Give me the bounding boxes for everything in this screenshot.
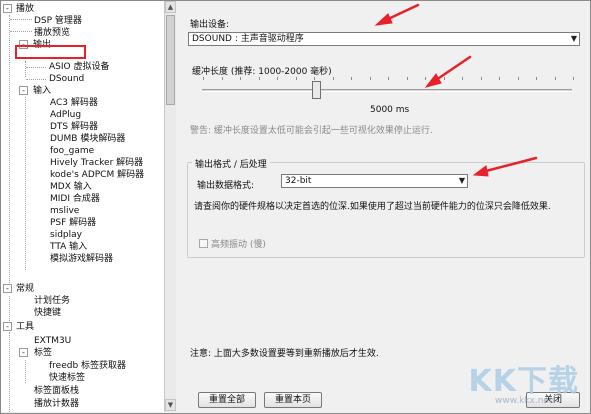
tree-item-quick-tag[interactable]: 快速标签 (49, 372, 85, 384)
tree-item-label: 工具 (16, 322, 35, 332)
chevron-down-icon: ▼ (458, 176, 465, 185)
buffer-length-label: 缓冲长度 (推荐: 1000-2000 毫秒) (192, 67, 332, 77)
reset-page-button[interactable]: 重置本页 (264, 392, 322, 408)
slider-tick (443, 77, 445, 80)
tree-item-hively[interactable]: Hively Tracker 解码器 (50, 157, 143, 169)
slider-tick (554, 77, 556, 80)
tree-scrollbar[interactable]: ▲ ▼ (164, 1, 176, 412)
tree-item-tags[interactable]: - 标签 (19, 347, 165, 359)
bit-depth-info-text: 请查阅你的硬件规格以决定首选的位深.如果使用了超过当前硬件能力的位深只会降低效果… (194, 202, 551, 212)
slider-tick (277, 77, 278, 80)
format-groupbox-title: 输出格式 / 后处理 (192, 157, 270, 170)
output-device-select[interactable]: DSOUND : 主声音驱动程序 ▼ (188, 32, 580, 46)
output-device-value: DSOUND : 主声音驱动程序 (192, 34, 304, 44)
collapse-toggle-icon[interactable]: - (3, 4, 12, 13)
tree-item-play-counter[interactable]: 播放计数器 (34, 398, 79, 410)
buffer-slider-thumb[interactable] (312, 81, 322, 99)
tree-item-dts[interactable]: DTS 解码器 (50, 121, 98, 133)
reset-all-button[interactable]: 重置全部 (198, 392, 256, 408)
chevron-down-icon: ▼ (570, 34, 577, 43)
dither-label: 高频振动 (慢) (211, 240, 266, 250)
output-format-select[interactable]: 32-bit ▼ (281, 174, 468, 188)
buffer-warning-text: 警告: 缓冲长度设置太低可能会引起一些可视化效果停止运行. (190, 126, 433, 136)
tree-item-mslive[interactable]: mslive (50, 205, 79, 217)
watermark: KK下载 www.kkx.net (469, 356, 580, 406)
slider-tick (240, 77, 241, 80)
buffer-slider-track[interactable] (202, 89, 572, 92)
buffer-value-text: 5000 ms (370, 105, 410, 115)
slider-tick (221, 77, 223, 80)
output-settings-panel: 输出设备: DSOUND : 主声音驱动程序 ▼ 缓冲长度 (推荐: 1000-… (178, 1, 590, 412)
slider-tick (499, 77, 500, 80)
tree-item-adpcm[interactable]: kode's ADPCM 解码器 (50, 169, 144, 181)
tree-item-psf[interactable]: PSF 解码器 (50, 217, 96, 229)
tree-item-dsound[interactable]: DSound (49, 73, 84, 85)
slider-tick (462, 77, 463, 80)
slider-tick (425, 77, 426, 80)
tree-item-tag-panel[interactable]: 标签面板栈 (34, 385, 79, 397)
tree-item-ac3[interactable]: AC3 解码器 (50, 97, 98, 109)
dither-checkbox[interactable] (199, 239, 208, 248)
tree-item-input[interactable]: - 输入 (19, 85, 165, 97)
output-device-label: 输出设备: (190, 20, 230, 30)
output-format-label: 输出数据格式: (197, 181, 255, 191)
tree-item-dumb[interactable]: DUMB 模块解码器 (50, 133, 125, 145)
scrollbar-thumb[interactable] (166, 15, 175, 105)
preferences-tree[interactable]: - 播放 DSP 管理器 播放预览 - 输出 ASIO 虚拟设备 DSound … (1, 1, 166, 412)
tree-item-asio[interactable]: ASIO 虚拟设备 (49, 61, 109, 73)
tree-item-sidplay[interactable]: sidplay (50, 229, 82, 241)
slider-ticks (203, 77, 574, 81)
collapse-toggle-icon[interactable]: - (19, 86, 28, 95)
tree-item-label: 输入 (33, 86, 52, 96)
tree-item-midi[interactable]: MIDI 合成器 (50, 193, 100, 205)
slider-tick (332, 77, 334, 80)
dither-checkbox-row[interactable]: 高频振动 (慢) (199, 237, 266, 250)
collapse-toggle-icon[interactable]: - (19, 348, 28, 357)
slider-tick (203, 77, 204, 80)
tree-item-adplug[interactable]: AdPlug (50, 109, 81, 121)
tree-item-label: 标签 (34, 348, 53, 358)
tree-item-extm3u[interactable]: EXTM3U (34, 335, 71, 347)
collapse-toggle-icon[interactable]: - (3, 284, 12, 293)
tree-item-emulator[interactable]: 模拟游戏解码器 (50, 253, 113, 265)
tree-item-scheduler[interactable]: 计划任务 (34, 295, 70, 307)
scroll-up-icon[interactable]: ▲ (165, 1, 176, 13)
tree-item-label: 常规 (16, 284, 35, 294)
slider-tick (406, 77, 408, 80)
scroll-down-icon[interactable]: ▼ (165, 399, 176, 411)
slider-tick (369, 77, 371, 80)
tree-item-hotkeys[interactable]: 快捷键 (34, 307, 61, 319)
tree-item-mdx[interactable]: MDX 输入 (50, 181, 92, 193)
tree-item-foo-game[interactable]: foo_game (50, 145, 94, 157)
output-format-value: 32-bit (285, 176, 312, 186)
tree-item-dsp-manager[interactable]: DSP 管理器 (34, 15, 82, 27)
slider-tick (295, 77, 297, 80)
slider-tick (351, 77, 352, 80)
slider-tick (517, 77, 519, 80)
slider-tick (480, 77, 482, 80)
slider-tick (388, 77, 389, 80)
slider-tick (536, 77, 537, 80)
output-highlight-box (15, 45, 86, 59)
tree-item-freedb[interactable]: freedb 标签获取器 (49, 360, 126, 372)
slider-tick (258, 77, 260, 80)
tree-item-label: 播放 (16, 4, 35, 14)
restart-note-text: 注意: 上面大多数设置要等到重新播放后才生效. (190, 349, 379, 359)
slider-tick (573, 77, 574, 80)
watermark-logo: KK下载 (468, 364, 579, 399)
slider-tick (314, 77, 315, 80)
tree-item-tta[interactable]: TTA 输入 (50, 241, 87, 253)
tree-item-playback-preview[interactable]: 播放预览 (34, 27, 70, 39)
collapse-toggle-icon[interactable]: - (3, 322, 12, 331)
